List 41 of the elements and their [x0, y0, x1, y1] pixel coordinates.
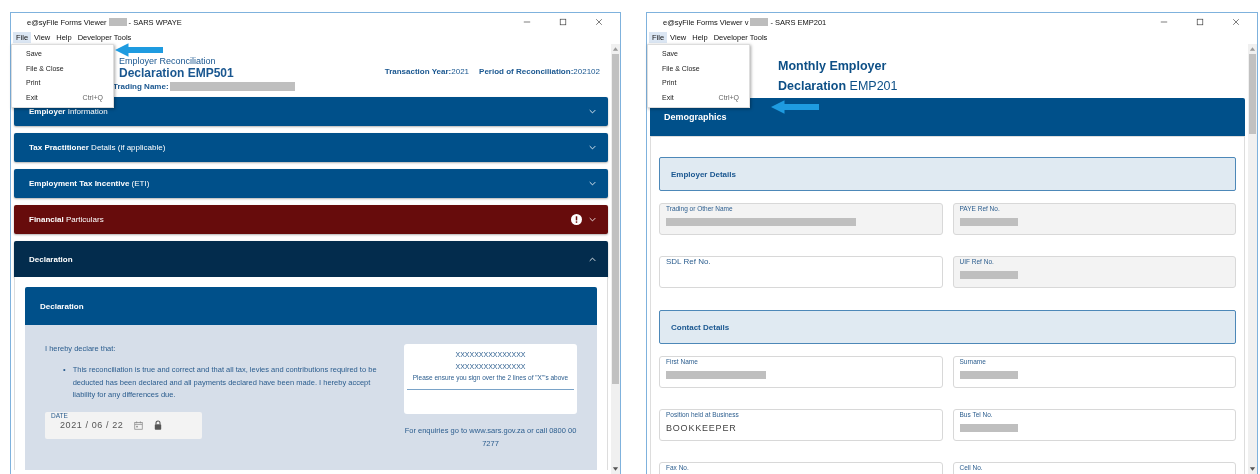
scrollbar-thumb[interactable]	[612, 54, 619, 384]
accordion-header[interactable]: Financial Particulars	[14, 205, 608, 234]
scrollbar-thumb[interactable]	[1249, 54, 1256, 134]
accordion-header[interactable]: Declaration	[14, 241, 608, 277]
minimize-icon[interactable]	[523, 18, 531, 26]
close-icon[interactable]	[1232, 18, 1240, 26]
period-label: Period of Reconciliation:	[479, 67, 574, 76]
chevron-down-icon	[589, 109, 596, 114]
accordion-header[interactable]: Employment Tax Incentive (ETI)	[14, 169, 608, 198]
group-header: Contact Details	[659, 310, 1236, 344]
scroll-up-icon[interactable]	[1249, 46, 1256, 52]
calendar-icon[interactable]	[134, 420, 144, 430]
chevron-up-icon	[589, 256, 596, 262]
group-header: Employer Details	[659, 157, 1236, 191]
alert-icon	[571, 214, 582, 225]
form-title: Monthly Employer Declaration EMP201	[778, 58, 899, 95]
minimize-icon[interactable]	[1160, 18, 1168, 26]
transaction-year: 2021	[451, 67, 470, 76]
scrollbar[interactable]	[611, 44, 620, 474]
trading-name-label: Trading Name:	[113, 82, 169, 91]
chevron-down-icon	[589, 145, 596, 150]
chevron-down-icon	[589, 181, 596, 186]
scrollbar[interactable]	[1248, 44, 1257, 474]
left-arrow-icon	[771, 100, 819, 114]
period-value: 202102	[573, 67, 600, 76]
input-field[interactable]: SDL Ref No.	[659, 256, 943, 288]
chevron-down-icon	[589, 217, 596, 222]
transaction-year-label: Transaction Year:	[384, 67, 452, 76]
declaration-header: Declaration	[25, 287, 597, 325]
maximize-icon[interactable]	[1196, 18, 1204, 26]
scroll-up-icon[interactable]	[612, 46, 619, 52]
maximize-icon[interactable]	[559, 18, 567, 26]
form-title: Declaration EMP501	[119, 66, 235, 80]
scroll-down-icon[interactable]	[1249, 466, 1256, 472]
redacted-text	[108, 18, 127, 26]
accordion-header[interactable]: Tax Practitioner Details (if applicable)	[14, 133, 608, 162]
scroll-down-icon[interactable]	[612, 466, 619, 472]
left-arrow-icon	[115, 43, 163, 57]
close-icon[interactable]	[595, 18, 603, 26]
form-subtitle: Employer Reconciliation	[119, 56, 217, 66]
redacted-text	[750, 18, 769, 26]
